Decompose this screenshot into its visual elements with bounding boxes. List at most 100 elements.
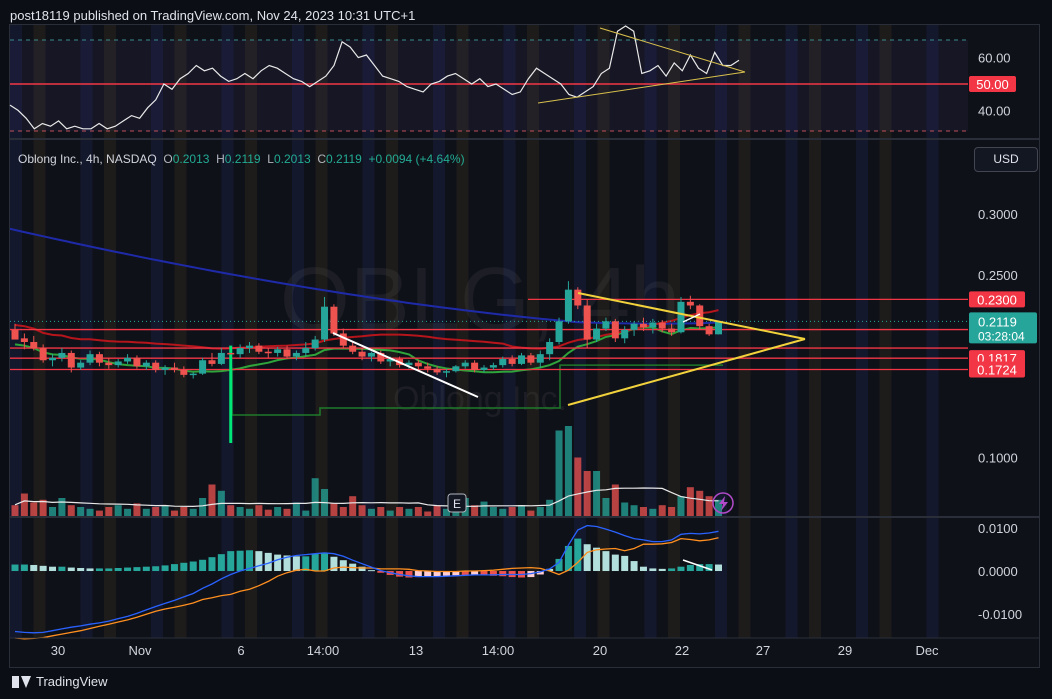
candle-body [49, 357, 57, 361]
candle-body [274, 349, 282, 353]
macd-histogram-bar [152, 566, 160, 572]
candle-body [39, 348, 47, 361]
macd-histogram-bar [339, 560, 347, 572]
symbol-legend: Oblong Inc., 4h, NASDAQ O0.2013 H0.2119 … [18, 152, 465, 166]
candle-body [705, 326, 713, 335]
candle-body [124, 357, 132, 362]
candle-body [292, 352, 300, 357]
macd-histogram-bar [170, 564, 178, 572]
volume-bar [696, 490, 704, 516]
macd-histogram-bar [86, 568, 94, 572]
tradingview-logo-icon [12, 675, 31, 688]
macd-histogram-bar [11, 564, 19, 572]
time-tick-label: 29 [838, 643, 852, 658]
close-value: 0.2119 [326, 152, 362, 166]
macd-histogram-bar [77, 567, 85, 572]
macd-histogram-bar [630, 561, 638, 572]
macd-histogram-bar [677, 566, 685, 572]
candle-body [649, 322, 657, 328]
volume-bar [86, 508, 94, 516]
currency-button[interactable]: USD [974, 147, 1038, 172]
volume-bar [433, 505, 441, 516]
volume-bar [555, 430, 563, 516]
macd-histogram-bar [639, 566, 647, 572]
candle-body [686, 301, 694, 306]
volume-bar [649, 508, 657, 516]
macd-histogram-bar [30, 564, 38, 572]
price-tick-label: 0.1000 [978, 451, 1018, 466]
close-label: C [317, 152, 327, 166]
candle-body [546, 341, 554, 355]
volume-bar [255, 505, 263, 516]
chart-canvas[interactable]: OBLG, 4hOblong Inc. E 60.0040.0050.000.3… [0, 0, 1052, 699]
candle-body [715, 321, 722, 335]
volume-bar [20, 493, 28, 516]
candle-body [311, 339, 319, 349]
volume-bar [67, 505, 75, 516]
macd-tick-label: -0.0100 [978, 607, 1022, 622]
macd-histogram-bar [133, 567, 141, 572]
candle-body [602, 321, 610, 329]
candle-body [433, 368, 441, 373]
price-level-label: 0.2300 [977, 292, 1017, 307]
candle-body [367, 352, 375, 357]
volume-bar [358, 505, 366, 516]
candle-body [236, 348, 244, 355]
bar-countdown-label: 03:28:04 [978, 329, 1025, 343]
time-tick-label: 14:00 [307, 643, 340, 658]
volume-bar [339, 507, 347, 516]
low-value: 0.2013 [273, 152, 311, 166]
tradingview-brand: TradingView [36, 674, 108, 689]
volume-bar [170, 510, 178, 516]
macd-histogram-bar [142, 566, 150, 572]
rsi-level-label: 50.00 [976, 77, 1009, 92]
macd-histogram-bar [555, 558, 563, 572]
candle-body [133, 357, 141, 367]
last-price-label: 0.2119 [978, 314, 1017, 329]
candle-body [11, 329, 19, 340]
time-tick-label: 30 [51, 643, 65, 658]
candle-body [489, 365, 497, 368]
candle-body [527, 355, 535, 363]
volume-bar [518, 505, 526, 516]
volume-bar [180, 507, 188, 516]
open-value: 0.2013 [172, 152, 210, 166]
candle-body [86, 354, 94, 363]
volume-bar [668, 507, 676, 516]
candle-body [217, 352, 225, 364]
volume-bar [377, 507, 385, 516]
volume-bar [114, 505, 122, 516]
candle-body [170, 367, 178, 370]
high-label: H [216, 152, 225, 166]
volume-bar [546, 499, 554, 516]
candle-body [480, 367, 488, 370]
volume-bar [264, 509, 272, 516]
candle-body [452, 366, 460, 372]
macd-histogram-bar [574, 538, 582, 572]
candle-body [199, 360, 207, 374]
candle-body [77, 362, 85, 368]
candle-body [227, 352, 235, 355]
candle-body [302, 348, 310, 353]
volume-bar [527, 510, 535, 516]
tradingview-footer[interactable]: TradingView [12, 674, 108, 689]
volume-bar [49, 507, 57, 516]
candle-body [189, 373, 197, 376]
candle-body [114, 361, 122, 366]
candle-body [583, 305, 591, 340]
volume-bar [686, 487, 694, 516]
candle-body [442, 371, 450, 373]
volume-bar [330, 503, 338, 516]
candle-body [499, 359, 507, 366]
volume-bar [489, 507, 497, 516]
candle-body [30, 341, 38, 349]
macd-histogram-bar [208, 557, 216, 572]
volume-bar [677, 496, 685, 516]
time-tick-label: Nov [128, 643, 152, 658]
volume-bar [152, 507, 160, 516]
macd-histogram-bar [199, 559, 207, 572]
candle-body [621, 329, 629, 339]
macd-histogram-bar [161, 565, 169, 572]
volume-bar [564, 426, 572, 516]
macd-histogram-bar [274, 554, 282, 572]
